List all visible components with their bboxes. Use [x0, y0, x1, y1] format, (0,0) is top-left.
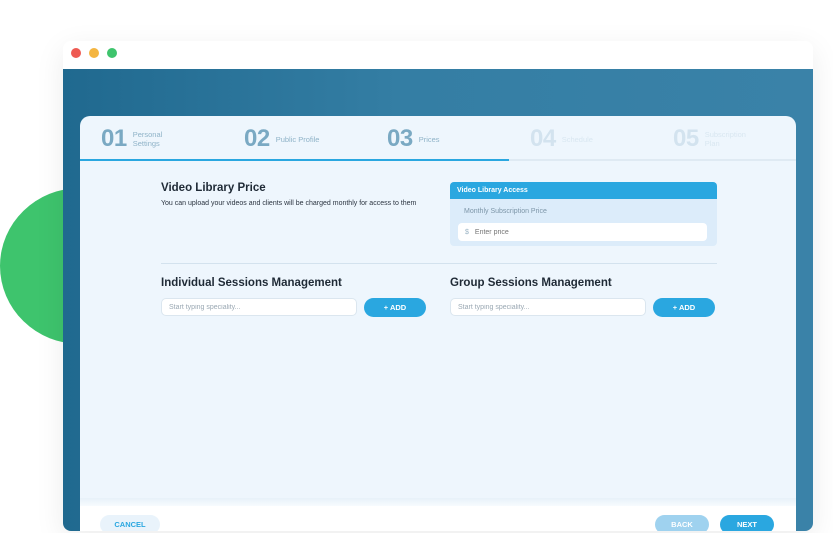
step-label: Prices: [418, 134, 440, 144]
group-speciality-input[interactable]: [450, 298, 646, 316]
minimize-window-dot[interactable]: [89, 48, 99, 58]
window-titlebar: [63, 41, 813, 69]
footer-shadow: [80, 498, 796, 506]
wizard-stepper: 01 Personal Settings 02 Public Profile 0…: [80, 116, 796, 160]
access-box-header: Video Library Access: [450, 182, 717, 199]
step-label: Schedule: [561, 134, 593, 144]
individual-sessions-title: Individual Sessions Management: [161, 277, 342, 289]
step-number: 01: [101, 125, 127, 152]
step-label: Personal Settings: [132, 130, 163, 148]
next-button[interactable]: NEXT: [720, 515, 774, 531]
dollar-icon: $: [465, 228, 469, 236]
individual-speciality-input[interactable]: [161, 298, 357, 316]
group-add-button[interactable]: + ADD: [653, 298, 715, 317]
stepper-progress-fill: [80, 159, 509, 161]
step-number: 05: [673, 125, 699, 152]
step-label: Public Profile: [275, 134, 320, 144]
price-input[interactable]: [474, 228, 675, 236]
step-number: 04: [530, 125, 556, 152]
step-personal-settings[interactable]: 01 Personal Settings: [101, 124, 177, 154]
cancel-button[interactable]: CANCEL: [100, 515, 160, 531]
section-divider: [161, 263, 717, 264]
step-label: Subscription Plan: [704, 130, 746, 148]
wizard-card: 01 Personal Settings 02 Public Profile 0…: [80, 116, 796, 531]
close-window-dot[interactable]: [71, 48, 81, 58]
app-window: 01 Personal Settings 02 Public Profile 0…: [63, 41, 813, 531]
step-number: 02: [244, 125, 270, 152]
step-number: 03: [387, 125, 413, 152]
step-public-profile[interactable]: 02 Public Profile: [244, 124, 320, 154]
back-button[interactable]: BACK: [655, 515, 709, 531]
price-input-wrapper: $: [458, 223, 707, 241]
step-schedule[interactable]: 04 Schedule: [530, 124, 606, 154]
video-library-access-box: Video Library Access Monthly Subscriptio…: [450, 182, 717, 246]
video-library-description: You can upload your videos and clients w…: [161, 200, 417, 207]
app-background: 01 Personal Settings 02 Public Profile 0…: [63, 69, 813, 531]
step-subscription-plan[interactable]: 05 Subscription Plan: [673, 124, 749, 154]
maximize-window-dot[interactable]: [107, 48, 117, 58]
access-box-subtitle: Monthly Subscription Price: [464, 208, 547, 215]
video-library-title: Video Library Price: [161, 182, 266, 194]
wizard-footer: CANCEL BACK NEXT: [80, 506, 796, 531]
individual-add-button[interactable]: + ADD: [364, 298, 426, 317]
step-prices[interactable]: 03 Prices: [387, 124, 463, 154]
group-sessions-title: Group Sessions Management: [450, 277, 612, 289]
